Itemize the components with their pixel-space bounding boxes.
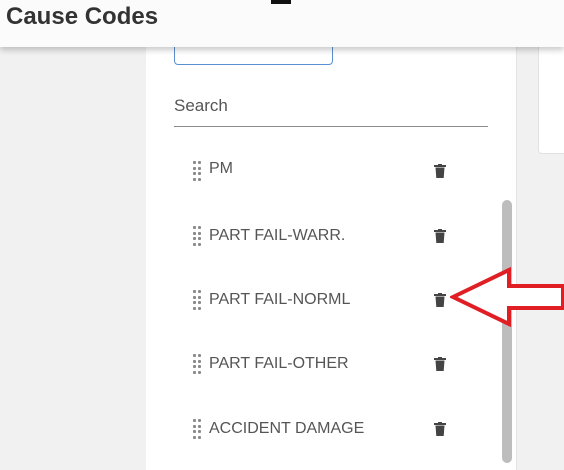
drag-handle-icon[interactable] [193, 161, 201, 181]
trash-icon[interactable] [434, 293, 446, 307]
app-header: Cause Codes [0, 0, 564, 47]
list-item-label: PART FAIL-OTHER [209, 355, 349, 372]
drag-handle-icon[interactable] [193, 419, 201, 439]
list-item-label: ACCIDENT DAMAGE [209, 420, 365, 437]
list-item-label: PM [209, 160, 233, 177]
details-card [538, 40, 564, 154]
trash-icon[interactable] [434, 229, 446, 243]
drag-handle-icon[interactable] [193, 290, 201, 310]
trash-icon[interactable] [434, 357, 446, 371]
scrollbar-thumb[interactable] [502, 200, 512, 463]
list-item[interactable]: ACCIDENT DAMAGE [146, 408, 496, 448]
drag-handle-icon[interactable] [193, 354, 201, 374]
list-item[interactable]: PART FAIL-WARR. [146, 215, 496, 255]
list-item-label: PART FAIL-NORML [209, 291, 351, 308]
search-input[interactable] [174, 96, 488, 127]
list-item[interactable]: PM [146, 150, 496, 190]
list-item-label: PART FAIL-WARR. [209, 227, 346, 244]
list-item[interactable]: PART FAIL-OTHER [146, 343, 496, 383]
header-marker [271, 0, 291, 4]
list-item[interactable]: PART FAIL-NORML [146, 279, 496, 319]
cause-code-list: PM PART FAIL-WARR. PART FAIL-NORML PART … [146, 150, 496, 463]
trash-icon[interactable] [434, 422, 446, 436]
list-scrollbar[interactable] [502, 200, 512, 463]
drag-handle-icon[interactable] [193, 226, 201, 246]
annotation-arrow-icon [450, 266, 564, 328]
trash-icon[interactable] [434, 164, 446, 178]
page-title: Cause Codes [6, 3, 159, 30]
